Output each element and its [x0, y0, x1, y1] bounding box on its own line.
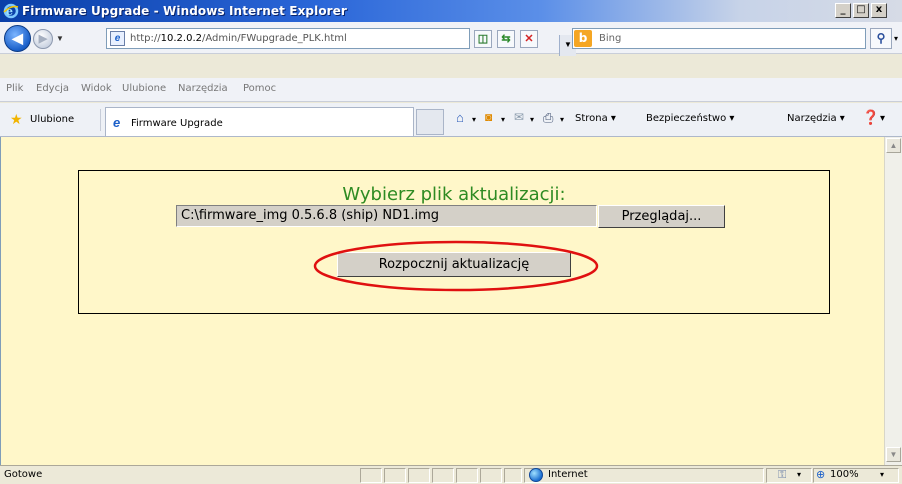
tab-firmware-upgrade[interactable]: e Firmware Upgrade: [105, 107, 414, 136]
zoom-icon: ⊕: [816, 469, 826, 481]
menu-view[interactable]: Widok: [81, 83, 112, 94]
protected-mode-icon: ⚿: [778, 469, 787, 481]
zoom-dropdown-icon[interactable]: ▾: [880, 470, 884, 479]
status-pane: [480, 468, 502, 483]
protected-mode-pane[interactable]: [766, 468, 812, 483]
safety-menu-button[interactable]: Bezpieczeństwo ▾: [646, 113, 734, 124]
address-input[interactable]: e http://10.2.0.2/Admin/FWupgrade_PLK.ht…: [106, 28, 576, 56]
status-pane: [408, 468, 430, 483]
new-tab-button[interactable]: [416, 109, 444, 135]
vertical-scrollbar[interactable]: ▲ ▼: [884, 137, 902, 465]
forward-button[interactable]: ▶: [33, 29, 53, 49]
bing-logo-icon: b: [574, 30, 592, 47]
feed-dropdown-icon[interactable]: ▾: [501, 115, 505, 124]
search-options-dropdown-icon[interactable]: ▾: [894, 34, 898, 43]
back-arrow-icon: ◀: [12, 30, 23, 46]
zoom-level: 100%: [830, 469, 859, 480]
stop-icon[interactable]: ✕: [520, 30, 538, 48]
close-button[interactable]: x: [871, 3, 887, 18]
help-dropdown-icon[interactable]: ▾: [880, 113, 885, 124]
title-bar: e Firmware Upgrade - Windows Internet Ex…: [0, 0, 902, 22]
choose-file-heading: Wybierz plik aktualizacji:: [342, 184, 566, 205]
status-pane: [432, 468, 454, 483]
status-pane: [384, 468, 406, 483]
status-pane: [360, 468, 382, 483]
internet-globe-icon: [529, 468, 543, 482]
minimize-button[interactable]: _: [835, 3, 851, 18]
menu-file[interactable]: Plik: [6, 83, 23, 94]
search-icon[interactable]: ⚲: [870, 28, 892, 49]
rss-feed-icon[interactable]: ◙: [485, 110, 492, 125]
tools-menu-button[interactable]: Narzędzia ▾: [787, 113, 845, 124]
favorites-bar: ★ Ulubione e Firmware Upgrade ⌂ ▾ ◙ ▾ ✉ …: [0, 103, 902, 137]
help-icon[interactable]: ❓: [862, 110, 879, 125]
favorites-separator: [100, 109, 101, 131]
address-toolbar: ◀ ▶ ▼ e http://10.2.0.2/Admin/FWupgrade_…: [0, 22, 902, 56]
status-text: Gotowe: [4, 469, 43, 480]
menu-bar: Plik Edycja Widok Ulubione Narzędzia Pom…: [0, 78, 902, 102]
favorites-button[interactable]: Ulubione: [30, 114, 74, 125]
print-icon[interactable]: ⎙: [543, 110, 553, 125]
search-placeholder: Bing: [599, 33, 622, 44]
window-title: Firmware Upgrade - Windows Internet Expl…: [22, 4, 347, 18]
protected-mode-dropdown-icon[interactable]: ▾: [797, 470, 801, 479]
scroll-down-icon[interactable]: ▼: [886, 447, 901, 462]
url-text: http://10.2.0.2/Admin/FWupgrade_PLK.html: [130, 33, 347, 44]
home-icon[interactable]: ⌂: [456, 110, 464, 125]
firmware-upload-panel: Wybierz plik aktualizacji: C:\firmware_i…: [78, 170, 830, 314]
firmware-file-input[interactable]: C:\firmware_img 0.5.6.8 (ship) ND1.img: [176, 205, 597, 227]
page-icon: e: [110, 31, 125, 46]
security-zone-label: Internet: [548, 469, 588, 480]
menu-help[interactable]: Pomoc: [243, 83, 276, 94]
mail-dropdown-icon[interactable]: ▾: [530, 115, 534, 124]
status-pane: [504, 468, 522, 483]
refresh-icon[interactable]: ⇆: [497, 30, 515, 48]
menu-edit[interactable]: Edycja: [36, 83, 69, 94]
mail-icon[interactable]: ✉: [514, 110, 524, 125]
internet-explorer-icon: e: [113, 115, 121, 130]
status-bar: Gotowe Internet ⚿ ▾ ⊕ 100% ▾: [0, 465, 902, 484]
scroll-up-icon[interactable]: ▲: [886, 138, 901, 153]
page-content: Wybierz plik aktualizacji: C:\firmware_i…: [0, 137, 884, 465]
forward-arrow-icon: ▶: [38, 33, 48, 45]
page-menu-button[interactable]: Strona ▾: [575, 113, 616, 124]
search-input[interactable]: Bing: [572, 28, 866, 49]
menu-favorites[interactable]: Ulubione: [122, 83, 166, 94]
internet-explorer-icon: e: [3, 3, 19, 19]
recent-pages-dropdown-icon[interactable]: ▼: [56, 34, 64, 43]
status-pane: [456, 468, 478, 483]
home-dropdown-icon[interactable]: ▾: [472, 115, 476, 124]
compatibility-view-icon[interactable]: ◫: [474, 30, 492, 48]
back-button[interactable]: ◀: [4, 25, 31, 52]
start-upgrade-button[interactable]: Rozpocznij aktualizację: [337, 252, 571, 277]
print-dropdown-icon[interactable]: ▾: [560, 115, 564, 124]
tab-label: Firmware Upgrade: [131, 118, 223, 129]
browse-button[interactable]: Przeglądaj...: [598, 205, 725, 228]
menu-tools[interactable]: Narzędzia: [178, 83, 228, 94]
favorites-star-icon[interactable]: ★: [10, 112, 23, 126]
maximize-button[interactable]: □: [853, 3, 869, 18]
